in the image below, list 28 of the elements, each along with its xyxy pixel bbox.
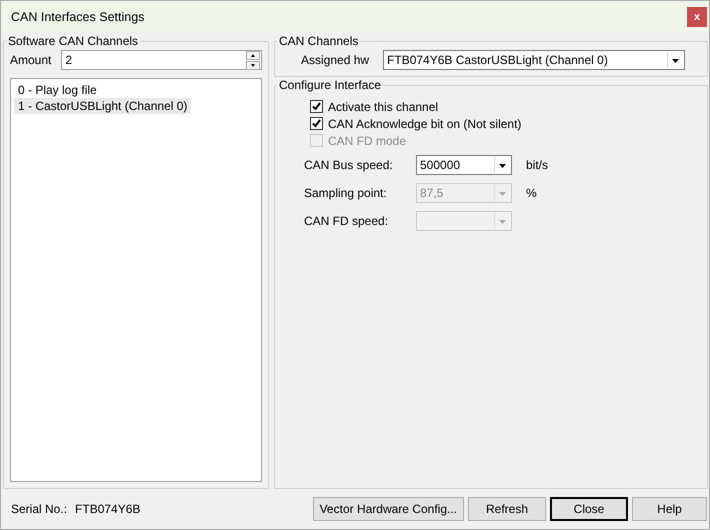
field-label: Sampling point:	[304, 186, 388, 200]
amount-label: Amount	[10, 53, 52, 67]
checkbox[interactable]	[310, 100, 323, 113]
dialog-button[interactable]: Help	[632, 497, 707, 521]
field-label: CAN Bus speed:	[304, 158, 394, 172]
window-title: CAN Interfaces Settings	[11, 10, 144, 24]
assigned-hw-label: Assigned hw	[301, 53, 370, 67]
serial-label: Serial No.:	[11, 502, 68, 516]
dialog-button[interactable]: Close	[550, 497, 628, 521]
checkbox-label: Activate this channel	[328, 100, 438, 114]
checkbox-label: CAN Acknowledge bit on (Not silent)	[328, 116, 522, 130]
checkbox-label: CAN FD mode	[328, 134, 406, 148]
group-title: Software CAN Channels	[7, 34, 140, 48]
field-label: CAN FD speed:	[304, 214, 390, 228]
dropdown-field[interactable]: 500000	[416, 155, 512, 175]
unit-label: bit/s	[526, 158, 548, 172]
assigned-hw-dropdown[interactable]: FTB074Y6B CastorUSBLight (Channel 0)	[383, 50, 686, 70]
amount-spinbox[interactable]: 2	[61, 50, 262, 70]
dialog-button[interactable]: Refresh	[468, 497, 546, 521]
dialog-button[interactable]: Vector Hardware Config...	[312, 497, 464, 521]
group-title: CAN Channels	[278, 34, 360, 48]
unit-label: %	[526, 186, 537, 200]
group-title: Configure Interface	[278, 78, 382, 92]
checkbox[interactable]	[310, 117, 323, 130]
list-item[interactable]: 1 - CastorUSBLight (Channel 0)	[14, 98, 192, 114]
serial-number: FTB074Y6B	[75, 502, 140, 516]
window-close-button[interactable]: x	[687, 6, 707, 26]
list-item[interactable]: 0 - Play log file	[14, 82, 101, 98]
